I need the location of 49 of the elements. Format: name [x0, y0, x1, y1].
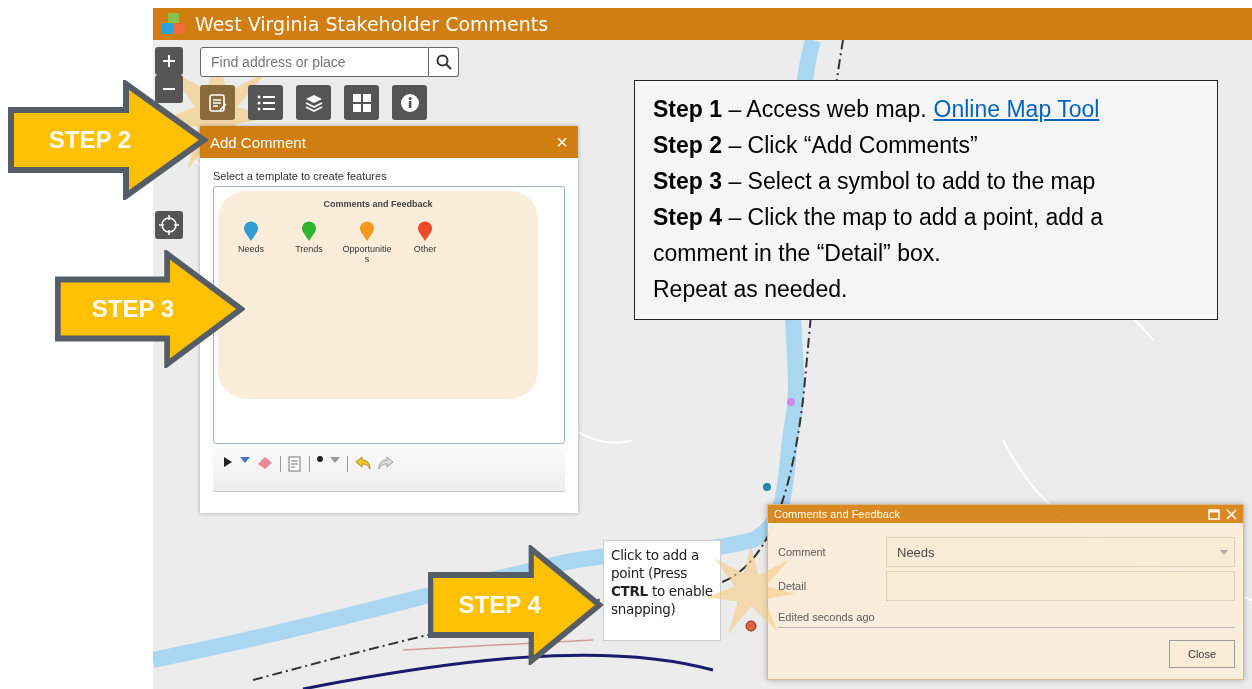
step-arrow-callout: STEP 4: [428, 545, 603, 665]
instruction-step: Repeat as needed.: [653, 271, 1199, 307]
crosshair-icon: [159, 215, 179, 235]
search-button[interactable]: [429, 47, 459, 77]
grid-tool-button[interactable]: [344, 85, 379, 120]
instruction-text: Select a template to create features: [213, 170, 388, 182]
search-field[interactable]: Find address or place: [200, 47, 429, 77]
panel-title: Add Comment: [210, 133, 306, 151]
search-icon: [435, 54, 452, 70]
map-tool-link[interactable]: Online Map Tool: [933, 96, 1100, 122]
list-tool-button[interactable]: [248, 85, 283, 120]
field-label: Comment: [778, 546, 827, 558]
undo-arrow-icon[interactable]: [355, 456, 371, 470]
maximize-icon[interactable]: [1208, 508, 1220, 520]
caret-icon: [1220, 549, 1228, 555]
instruction-step: Step 3 – Select a symbol to add to the map: [653, 163, 1199, 199]
layers-icon: [303, 92, 324, 113]
edit-form-icon: [207, 92, 228, 113]
caret-icon[interactable]: [330, 456, 340, 464]
template-group-title: Comments and Feedback: [322, 199, 434, 209]
pointer-icon[interactable]: [223, 456, 233, 468]
edited-status-text: Edited seconds ago: [778, 603, 1235, 628]
dot-icon[interactable]: [317, 456, 323, 462]
grid-icon: [351, 92, 372, 113]
cubes-logo-icon: [161, 12, 187, 36]
locate-button[interactable]: [155, 211, 183, 239]
popup-title: Comments and Feedback: [774, 508, 901, 520]
info-tool-button[interactable]: [392, 85, 427, 120]
template-item[interactable]: Other: [400, 221, 450, 264]
close-button[interactable]: Close: [1169, 640, 1235, 668]
detail-input-field[interactable]: [886, 571, 1235, 601]
step-arrow-callout: STEP 2: [8, 80, 208, 200]
map-tooltip: Click to add a point (Press CTRL to enable snapping): [603, 540, 721, 641]
instruction-step: Step 4 – Click the map to add a point, add a comment in the “Detail” box.: [653, 199, 1199, 271]
comment-dropdown[interactable]: Needs: [886, 537, 1235, 567]
edit-tool-button[interactable]: [200, 85, 235, 120]
caret-icon[interactable]: [240, 456, 250, 464]
instruction-step: Step 2 – Click “Add Comments”: [653, 127, 1199, 163]
close-icon[interactable]: [1226, 508, 1237, 520]
zoom-in-button[interactable]: [155, 47, 183, 75]
template-item[interactable]: Trends: [284, 221, 334, 264]
template-item[interactable]: Opportunities: [342, 221, 392, 264]
app-title: West Virginia Stakeholder Comments: [195, 13, 549, 35]
instruction-step: Step 1 – Access web map. Online Map Tool: [653, 91, 1199, 127]
zoom-out-button[interactable]: [155, 75, 183, 103]
info-icon: [399, 92, 420, 113]
plus-icon: [162, 54, 176, 68]
layers-tool-button[interactable]: [296, 85, 331, 120]
field-label: Detail: [778, 580, 808, 592]
